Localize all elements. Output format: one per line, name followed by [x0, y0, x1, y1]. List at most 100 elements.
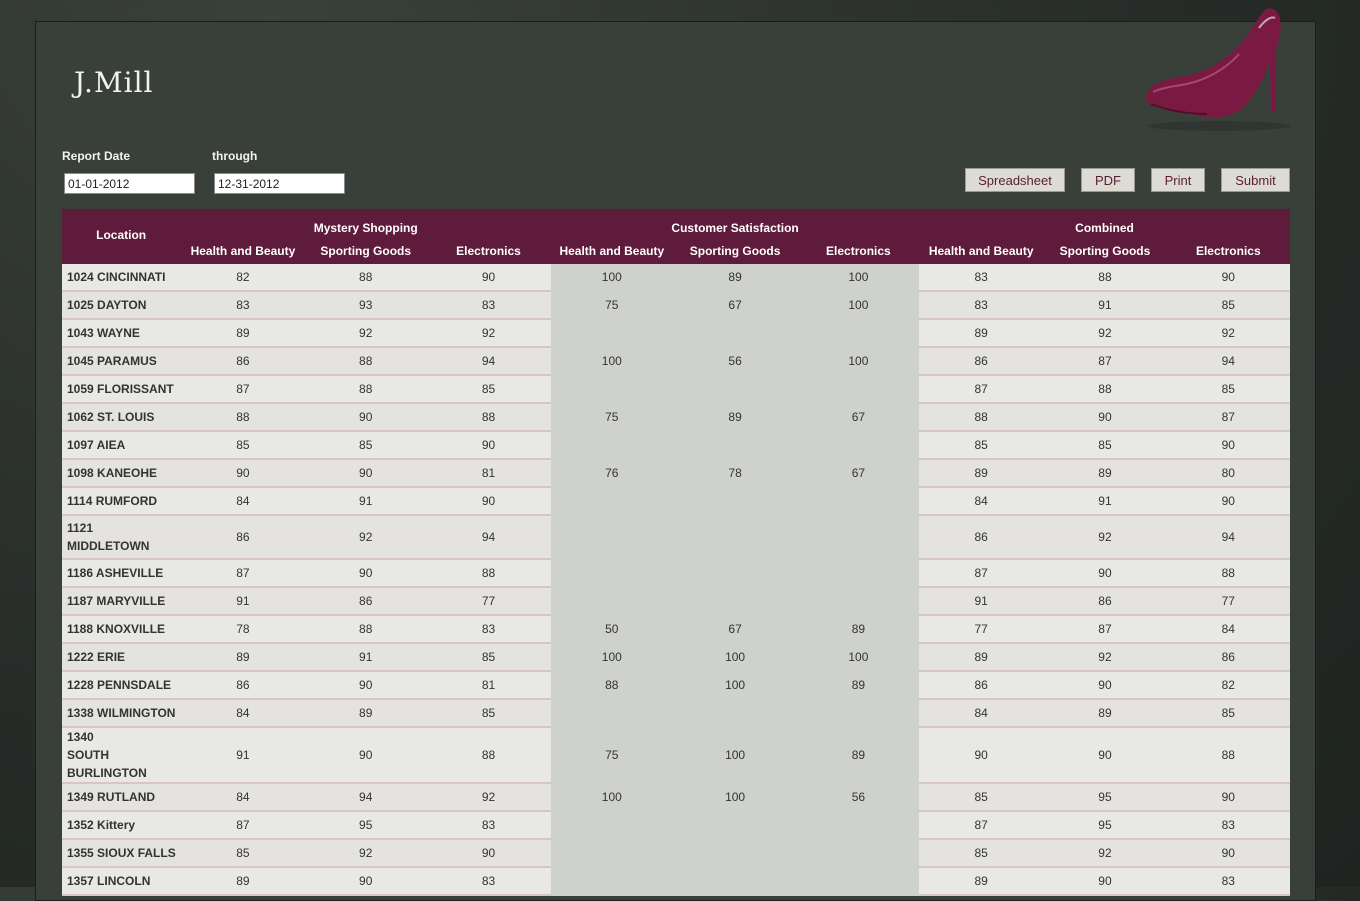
score-cell	[672, 487, 798, 516]
score-cell: 50	[551, 615, 673, 644]
score-cell: 87	[180, 559, 306, 588]
report-date-start-input[interactable]	[64, 173, 195, 194]
score-cell	[672, 375, 798, 404]
table-row: 1338 WILMINGTON 84 89 85 84 89 85	[62, 699, 1290, 728]
score-cell	[551, 811, 673, 840]
group-header-mystery-shopping: Mystery Shopping	[180, 209, 552, 238]
score-cell: 88	[305, 264, 426, 292]
score-cell: 83	[1166, 811, 1290, 840]
score-cell	[797, 431, 920, 460]
score-cell: 86	[1043, 587, 1167, 616]
score-cell: 87	[180, 811, 306, 840]
score-cell: 94	[1166, 515, 1290, 560]
score-cell	[797, 839, 920, 868]
score-cell: 100	[551, 783, 673, 812]
score-cell: 85	[305, 431, 426, 460]
location-cell: 1357 LINCOLN	[62, 867, 181, 896]
column-header[interactable]: Sporting Goods	[305, 238, 426, 264]
score-cell: 90	[1166, 264, 1290, 292]
score-cell: 90	[1043, 671, 1167, 700]
score-cell: 76	[551, 459, 673, 488]
location-cell: 1338 WILMINGTON	[62, 699, 181, 728]
group-header-combined: Combined	[919, 209, 1290, 238]
score-cell: 92	[1166, 319, 1290, 348]
score-cell: 89	[305, 699, 426, 728]
score-cell	[672, 867, 798, 896]
report-table: Location Mystery Shopping Customer Satis…	[62, 209, 1290, 896]
score-cell	[672, 587, 798, 616]
score-cell: 75	[551, 727, 673, 784]
column-header[interactable]: Electronics	[797, 238, 920, 264]
score-cell: 85	[180, 839, 306, 868]
score-cell: 100	[672, 671, 798, 700]
table-row: 1024 CINCINNATI 82 88 90 100 89 100 83 88 90	[62, 264, 1290, 292]
table-row: 1121 MIDDLETOWN 86 92 94 86 92 94	[62, 515, 1290, 560]
column-header[interactable]: Electronics	[1166, 238, 1290, 264]
spreadsheet-button[interactable]: Spreadsheet	[965, 168, 1065, 192]
score-cell: 90	[305, 559, 426, 588]
score-cell: 89	[672, 403, 798, 432]
score-cell: 94	[1166, 347, 1290, 376]
score-cell	[797, 375, 920, 404]
score-cell	[797, 587, 920, 616]
score-cell	[672, 811, 798, 840]
column-header[interactable]: Electronics	[425, 238, 552, 264]
score-cell: 88	[919, 403, 1044, 432]
score-cell: 90	[425, 431, 552, 460]
location-header[interactable]: Location	[62, 209, 181, 264]
score-cell: 88	[305, 375, 426, 404]
table-row: 1062 ST. LOUIS 88 90 88 75 89 67 88 90 87	[62, 403, 1290, 432]
score-cell	[672, 319, 798, 348]
score-cell: 88	[305, 347, 426, 376]
score-cell: 88	[1043, 375, 1167, 404]
column-header[interactable]: Sporting Goods	[672, 238, 798, 264]
score-cell	[551, 431, 673, 460]
location-cell: 1355 SIOUX FALLS	[62, 839, 181, 868]
location-cell: 1025 DAYTON	[62, 291, 181, 320]
score-cell: 89	[919, 319, 1044, 348]
score-cell: 85	[425, 375, 552, 404]
table-row: 1097 AIEA 85 85 90 85 85 90	[62, 431, 1290, 460]
score-cell: 88	[425, 559, 552, 588]
score-cell	[797, 867, 920, 896]
location-cell: 1059 FLORISSANT	[62, 375, 181, 404]
location-cell: 1186 ASHEVILLE	[62, 559, 181, 588]
score-cell	[797, 559, 920, 588]
column-header[interactable]: Sporting Goods	[1043, 238, 1167, 264]
score-cell: 90	[425, 487, 552, 516]
group-header-customer-satisfaction: Customer Satisfaction	[551, 209, 920, 238]
score-cell: 92	[305, 319, 426, 348]
score-cell: 86	[180, 671, 306, 700]
column-header[interactable]: Health and Beauty	[551, 238, 673, 264]
score-cell: 100	[551, 264, 673, 292]
score-cell: 82	[1166, 671, 1290, 700]
score-cell: 81	[425, 671, 552, 700]
score-cell: 90	[180, 459, 306, 488]
score-cell: 87	[919, 559, 1044, 588]
column-header[interactable]: Health and Beauty	[180, 238, 306, 264]
score-cell: 67	[672, 291, 798, 320]
pdf-button[interactable]: PDF	[1081, 168, 1135, 192]
print-button[interactable]: Print	[1151, 168, 1205, 192]
score-cell: 89	[797, 671, 920, 700]
submit-button[interactable]: Submit	[1221, 168, 1290, 192]
location-cell: 1114 RUMFORD	[62, 487, 181, 516]
score-cell: 92	[1043, 643, 1167, 672]
table-row: 1043 WAYNE 89 92 92 89 92 92	[62, 319, 1290, 348]
score-cell: 67	[797, 459, 920, 488]
location-cell: 1098 KANEOHE	[62, 459, 181, 488]
report-date-end-input[interactable]	[214, 173, 345, 194]
score-cell: 88	[425, 403, 552, 432]
score-cell: 90	[1166, 839, 1290, 868]
table-row: 1114 RUMFORD 84 91 90 84 91 90	[62, 487, 1290, 516]
column-header[interactable]: Health and Beauty	[919, 238, 1044, 264]
score-cell: 88	[180, 403, 306, 432]
location-cell: 1228 PENNSDALE	[62, 671, 181, 700]
score-cell: 78	[672, 459, 798, 488]
score-cell: 95	[305, 811, 426, 840]
table-row: 1188 KNOXVILLE 78 88 83 50 67 89 77 87 84	[62, 615, 1290, 644]
score-cell: 67	[672, 615, 798, 644]
score-cell: 56	[797, 783, 920, 812]
score-cell	[672, 699, 798, 728]
score-cell: 91	[180, 587, 306, 616]
